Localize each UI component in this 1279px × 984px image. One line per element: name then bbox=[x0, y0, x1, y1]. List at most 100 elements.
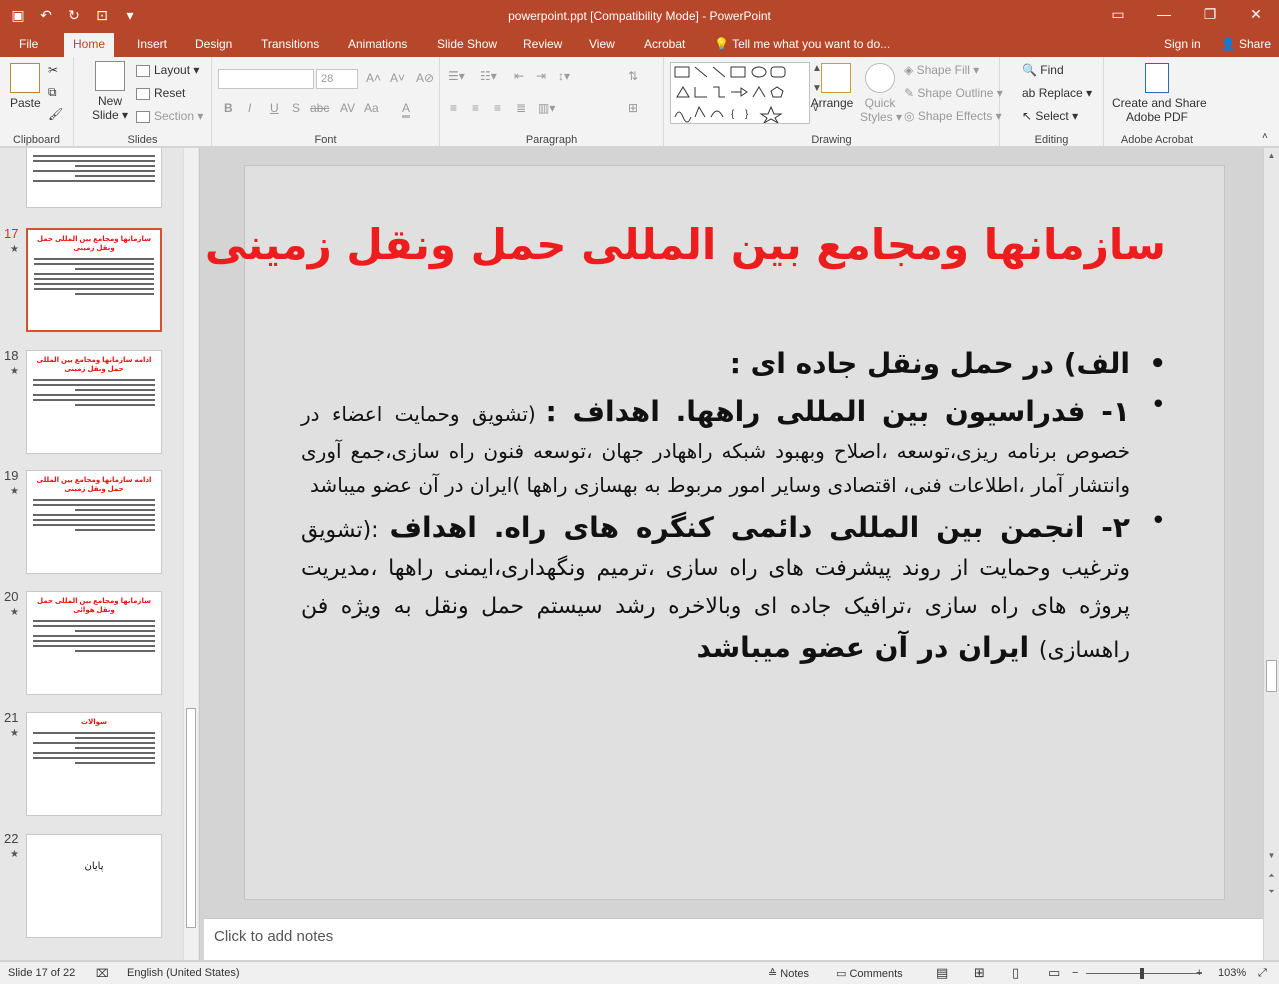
slide-scroll-thumb[interactable] bbox=[1266, 660, 1277, 692]
format-painter-icon[interactable]: 🖌 bbox=[48, 107, 63, 121]
shapes-gallery[interactable]: {} bbox=[670, 62, 810, 125]
text-direction-icon[interactable]: ⇅ bbox=[628, 69, 638, 83]
slide-scrollbar[interactable]: ▲ ▼ ⏶ ⏷ bbox=[1263, 148, 1279, 960]
comments-toggle[interactable]: ▭ Comments bbox=[836, 967, 903, 980]
spell-check-icon[interactable]: ⌧ bbox=[96, 967, 109, 980]
bold-button[interactable]: B bbox=[224, 101, 233, 115]
zoom-slider-thumb[interactable] bbox=[1140, 968, 1144, 979]
slide-thumbnail-16[interactable] bbox=[26, 148, 162, 208]
align-center-icon[interactable]: ≡ bbox=[472, 101, 479, 115]
new-slide-button[interactable]: New Slide ▾ bbox=[90, 61, 130, 122]
cut-icon[interactable]: ✂ bbox=[48, 63, 58, 77]
strikethrough-button[interactable]: abc bbox=[310, 101, 329, 115]
tab-transitions[interactable]: Transitions bbox=[252, 33, 328, 57]
columns-icon[interactable]: ▥▾ bbox=[538, 101, 555, 115]
tab-insert[interactable]: Insert bbox=[128, 33, 176, 57]
tab-design[interactable]: Design bbox=[186, 33, 241, 57]
italic-button[interactable]: I bbox=[248, 101, 251, 115]
slide-editor: سازمانها ومجامع بین المللی حمل ونقل زمین… bbox=[204, 148, 1263, 916]
slide-thumbnail-20[interactable]: سازمانها ومجامع بین المللی حمل ونقل هوائ… bbox=[26, 591, 162, 695]
notes-placeholder[interactable]: Click to add notes bbox=[214, 928, 333, 945]
font-color-button[interactable]: A bbox=[402, 101, 411, 118]
fit-to-window-icon[interactable]: ⤢ bbox=[1258, 967, 1267, 980]
underline-button[interactable]: U bbox=[270, 101, 279, 115]
shape-outline-button[interactable]: ✎ Shape Outline ▾ bbox=[904, 86, 1003, 100]
layout-button[interactable]: Layout ▾ bbox=[136, 63, 199, 77]
tab-animations[interactable]: Animations bbox=[339, 33, 416, 57]
slide-thumbnail-22[interactable]: پایان bbox=[26, 834, 162, 938]
quick-styles-button[interactable]: Quick Styles ▾ bbox=[860, 63, 902, 124]
slide-thumbnail-17[interactable]: سازمانها ومجامع بین المللی حمل ونقل زمین… bbox=[26, 228, 162, 332]
zoom-out-icon[interactable]: − bbox=[1072, 967, 1078, 979]
line-spacing-icon[interactable]: ↕▾ bbox=[558, 69, 570, 83]
tell-me-search[interactable]: 💡 Tell me what you want to do... bbox=[705, 33, 899, 57]
paste-button[interactable]: Paste bbox=[10, 63, 41, 110]
zoom-level[interactable]: 103% bbox=[1218, 967, 1246, 979]
slide-thumbnail-19[interactable]: ادامه سازمانها ومجامع بین المللی حمل ونق… bbox=[26, 470, 162, 574]
previous-slide-icon[interactable]: ⏶ bbox=[1266, 870, 1277, 882]
sign-in-link[interactable]: Sign in bbox=[1164, 33, 1201, 57]
slideshow-view-icon[interactable]: ▭ bbox=[1048, 965, 1060, 981]
slides-group: New Slide ▾ Layout ▾ Reset Section ▾ Sli… bbox=[74, 57, 212, 147]
increase-font-size-icon[interactable]: A˄ bbox=[366, 71, 381, 85]
slide-title[interactable]: سازمانها ومجامع بین المللی حمل ونقل زمین… bbox=[205, 220, 1166, 269]
tab-slide-show[interactable]: Slide Show bbox=[428, 33, 506, 57]
shadow-button[interactable]: S bbox=[292, 101, 300, 115]
tab-acrobat[interactable]: Acrobat bbox=[635, 33, 694, 57]
replace-button[interactable]: ab Replace ▾ bbox=[1022, 86, 1092, 100]
slide-body[interactable]: الف) در حمل ونقل جاده ای : ۱- فدراسیون ب… bbox=[301, 342, 1166, 674]
slide-sorter-icon[interactable]: ⊞ bbox=[974, 965, 985, 981]
thumbnails-scroll-thumb[interactable] bbox=[186, 708, 196, 928]
smartart-icon[interactable]: ⊞ bbox=[628, 101, 638, 115]
select-button[interactable]: ↖ Select ▾ bbox=[1022, 109, 1078, 123]
copy-icon[interactable]: ⧉ bbox=[48, 85, 57, 100]
character-spacing-button[interactable]: AV bbox=[340, 101, 355, 115]
tab-file[interactable]: File bbox=[10, 33, 47, 57]
find-button[interactable]: 🔍 Find bbox=[1022, 63, 1064, 77]
share-button[interactable]: 👤 Share bbox=[1221, 33, 1271, 57]
zoom-in-icon[interactable]: + bbox=[1196, 967, 1202, 979]
ribbon-display-options-icon[interactable]: ▭ bbox=[1095, 0, 1141, 30]
normal-view-icon[interactable]: ▤ bbox=[936, 965, 948, 981]
shape-fill-button[interactable]: ◈ Shape Fill ▾ bbox=[904, 63, 979, 77]
align-left-icon[interactable]: ≡ bbox=[450, 101, 457, 115]
notes-toggle[interactable]: ≙ Notes bbox=[768, 967, 809, 980]
zoom-slider[interactable] bbox=[1086, 973, 1202, 974]
collapse-ribbon-icon[interactable]: ˄ bbox=[1262, 131, 1268, 142]
scroll-down-icon[interactable]: ▼ bbox=[1266, 850, 1277, 862]
numbering-icon[interactable]: ☷▾ bbox=[480, 69, 497, 83]
reading-view-icon[interactable]: ▯ bbox=[1012, 965, 1019, 981]
decrease-indent-icon[interactable]: ⇤ bbox=[514, 69, 524, 83]
next-slide-icon[interactable]: ⏷ bbox=[1266, 886, 1277, 898]
font-size-combobox[interactable]: 28 bbox=[316, 69, 358, 89]
arrange-button[interactable]: Arrange bbox=[810, 63, 854, 110]
tab-view[interactable]: View bbox=[580, 33, 624, 57]
font-name-combobox[interactable] bbox=[218, 69, 314, 89]
effects-icon: ◎ bbox=[904, 109, 915, 123]
justify-icon[interactable]: ≣ bbox=[516, 101, 526, 115]
tab-home[interactable]: Home bbox=[64, 33, 115, 57]
paste-icon bbox=[10, 63, 40, 93]
replace-icon: ab bbox=[1022, 86, 1036, 100]
change-case-button[interactable]: Aa bbox=[364, 101, 379, 115]
current-slide[interactable]: سازمانها ومجامع بین المللی حمل ونقل زمین… bbox=[205, 165, 1225, 900]
notes-pane[interactable]: Click to add notes bbox=[204, 918, 1263, 960]
minimize-icon[interactable]: — bbox=[1141, 0, 1187, 30]
increase-indent-icon[interactable]: ⇥ bbox=[536, 69, 546, 83]
restore-icon[interactable]: ❐ bbox=[1187, 0, 1233, 30]
slide-thumbnail-21[interactable]: سوالات bbox=[26, 712, 162, 816]
clear-formatting-icon[interactable]: A⊘ bbox=[416, 71, 434, 85]
create-share-pdf-button[interactable]: Create and Share Adobe PDF bbox=[1112, 63, 1207, 124]
tab-review[interactable]: Review bbox=[514, 33, 571, 57]
slide-thumbnail-18[interactable]: ادامه سازمانها ومجامع بین المللی حمل ونق… bbox=[26, 350, 162, 454]
decrease-font-size-icon[interactable]: A˅ bbox=[390, 71, 405, 85]
section-button[interactable]: Section ▾ bbox=[136, 109, 203, 123]
shape-effects-button[interactable]: ◎ Shape Effects ▾ bbox=[904, 109, 1002, 123]
reset-button[interactable]: Reset bbox=[136, 86, 185, 100]
thumbnails-scrollbar[interactable] bbox=[183, 148, 198, 960]
close-icon[interactable]: ✕ bbox=[1233, 0, 1279, 30]
bullets-icon[interactable]: ☰▾ bbox=[448, 69, 465, 83]
scroll-up-icon[interactable]: ▲ bbox=[1266, 150, 1277, 162]
align-right-icon[interactable]: ≡ bbox=[494, 101, 501, 115]
language-indicator[interactable]: English (United States) bbox=[127, 967, 240, 979]
